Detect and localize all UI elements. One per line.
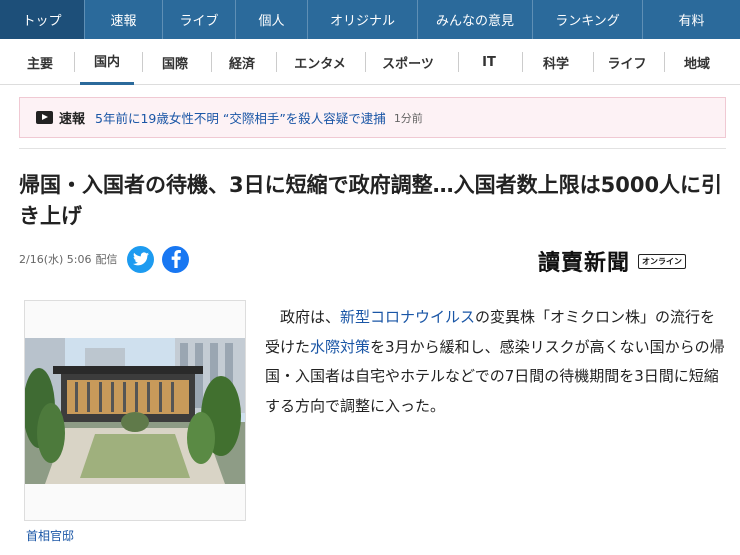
publisher-badge: オンライン (638, 253, 687, 269)
breaking-headline[interactable]: 5年前に19歳女性不明 “交際相手”を殺人容疑で逮捕 (95, 108, 386, 127)
tab-breaking[interactable]: 速報 (85, 0, 163, 39)
category-nav: 主要 国内 国際 経済 エンタメ スポーツ IT 科学 ライフ 地域 (0, 39, 740, 85)
facebook-share-button[interactable] (162, 245, 190, 273)
category-it[interactable]: IT (464, 39, 514, 85)
facebook-icon (171, 250, 181, 268)
category-region[interactable]: 地域 (670, 39, 724, 85)
top-nav: トップ 速報 ライブ 個人 オリジナル みんなの意見 ランキング 有料 (0, 0, 740, 39)
category-domestic[interactable]: 国内 (80, 39, 134, 85)
article-body: 政府は、新型コロナウイルスの変異株「オミクロン株」の流行を受けた水際対策を3月か… (265, 303, 727, 421)
divider (19, 148, 726, 149)
tab-ranking[interactable]: ランキング (533, 0, 643, 39)
play-icon (36, 111, 53, 124)
prime-minister-office-image (25, 338, 245, 484)
tab-live[interactable]: ライブ (163, 0, 236, 39)
publisher-name: 讀賣新聞 (538, 250, 631, 276)
tab-top[interactable]: トップ (0, 0, 85, 39)
article-photo-box[interactable] (24, 300, 246, 521)
photo-caption[interactable]: 首相官邸 (26, 527, 74, 544)
link-covid[interactable]: 新型コロナウイルス (340, 308, 475, 326)
breaking-news-bar[interactable]: 速報 5年前に19歳女性不明 “交際相手”を殺人容疑で逮捕 1分前 (19, 97, 726, 138)
article-meta: 2/16(水) 5:06 配信 (19, 244, 197, 274)
category-life[interactable]: ライフ (599, 39, 655, 85)
breaking-time: 1分前 (393, 111, 423, 125)
breaking-label: 速報 (59, 112, 86, 127)
category-sports[interactable]: スポーツ (371, 39, 445, 85)
category-entertainment[interactable]: エンタメ (282, 39, 358, 85)
twitter-icon (132, 252, 149, 266)
article-title: 帰国・入国者の待機、3日に短縮で政府調整…入国者数上限は5000人に引き上げ (19, 173, 723, 228)
article-photo[interactable] (25, 338, 245, 484)
tab-opinions[interactable]: みんなの意見 (418, 0, 533, 39)
tab-individual[interactable]: 個人 (236, 0, 308, 39)
category-science[interactable]: 科学 (528, 39, 584, 85)
tab-original[interactable]: オリジナル (308, 0, 418, 39)
body-text-1: 政府は、 (280, 308, 341, 326)
article-date: 2/16(水) 5:06 (19, 253, 92, 266)
publisher-logo[interactable]: 讀賣新聞 オンライン (538, 245, 687, 277)
tab-paid[interactable]: 有料 (643, 0, 740, 39)
twitter-share-button[interactable] (127, 245, 155, 273)
category-international[interactable]: 国際 (148, 39, 202, 85)
category-main[interactable]: 主要 (16, 39, 64, 85)
category-economy[interactable]: 経済 (217, 39, 267, 85)
link-border-measures[interactable]: 水際対策 (310, 338, 370, 356)
delivery-label: 配信 (95, 253, 118, 266)
